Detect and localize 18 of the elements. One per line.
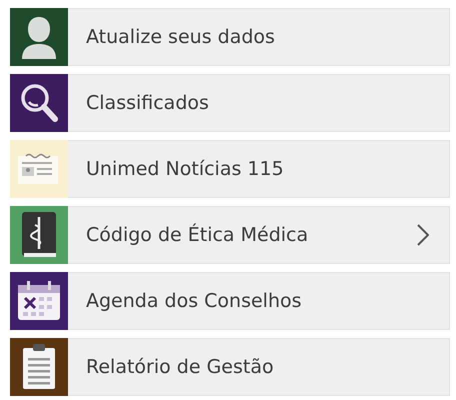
menu-item[interactable]: Unimed Notícias 115 xyxy=(10,140,450,198)
menu-label: Código de Ética Médica xyxy=(86,224,310,246)
menu-label: Unimed Notícias 115 xyxy=(86,158,285,180)
menu-label: Relatório de Gestão xyxy=(86,356,275,378)
menu-item[interactable]: Classificados xyxy=(10,74,450,132)
menu-item[interactable]: Relatório de Gestão xyxy=(10,338,450,396)
menu-item[interactable]: Código de Ética Médica xyxy=(10,206,450,264)
book-icon xyxy=(20,211,58,259)
menu-label: Atualize seus dados xyxy=(86,26,276,48)
newspaper-icon xyxy=(18,152,60,186)
menu-label: Agenda dos Conselhos xyxy=(86,290,303,312)
menu-label: Classificados xyxy=(86,92,210,114)
search-icon xyxy=(19,82,59,124)
calendar-icon xyxy=(17,281,61,321)
clipboard-icon xyxy=(22,344,56,390)
person-icon xyxy=(19,15,59,59)
menu-item[interactable]: Agenda dos Conselhos xyxy=(10,272,450,330)
menu-item[interactable]: Atualize seus dados xyxy=(10,8,450,66)
